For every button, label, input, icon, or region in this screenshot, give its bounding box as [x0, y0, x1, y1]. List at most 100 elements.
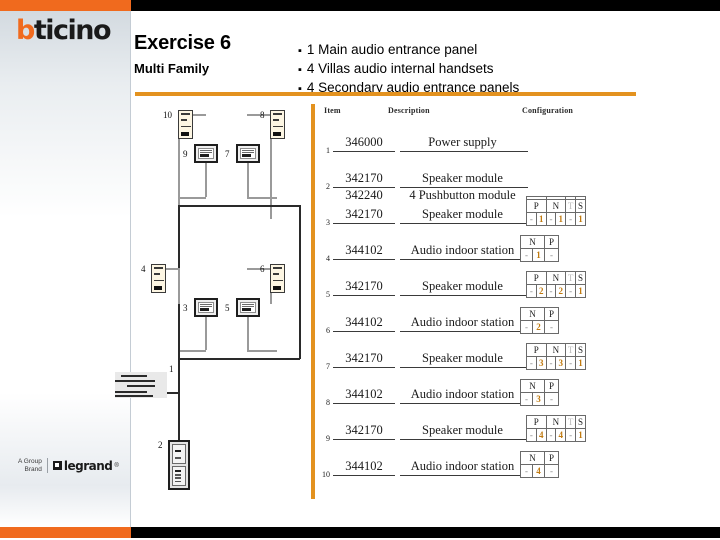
- footer-separator: [46, 458, 48, 473]
- system-wiring-diagram: 10 8 4 6 9 7 3 5 1 2: [115, 100, 316, 500]
- footer-group-line2: Brand: [24, 465, 42, 473]
- main-audio-entrance-panel-2[interactable]: [168, 440, 190, 490]
- legrand-logo: legrand ®: [52, 459, 119, 473]
- configuration-value: 1: [575, 284, 586, 298]
- configuration-value: -: [565, 428, 577, 442]
- configuration-value: 2: [555, 284, 567, 298]
- cell-description: Audio indoor station: [410, 459, 515, 473]
- cell-item-code: 342170: [345, 351, 383, 365]
- wire-segment: [178, 197, 206, 199]
- list-item: ▪ 1 Main audio entrance panel: [298, 41, 638, 60]
- configuration-value-row: -3-: [520, 392, 559, 406]
- configuration-header-t: T: [565, 271, 577, 285]
- cell-item-code: 344102: [345, 459, 383, 473]
- audio-indoor-station-7[interactable]: [236, 144, 260, 163]
- bullet-square-icon: ▪: [298, 45, 302, 57]
- secondary-entrance-panel-10[interactable]: [178, 110, 193, 139]
- table-header-row: Item Description Configuration: [318, 104, 586, 120]
- configuration-value: -: [565, 284, 577, 298]
- bus-trunk: [299, 305, 301, 359]
- top-bar-black-segment: [131, 0, 720, 11]
- device-label-3: 3: [183, 303, 188, 313]
- device-label-8: 8: [260, 110, 265, 120]
- wire-segment: [205, 158, 207, 197]
- configuration-value: -: [544, 392, 559, 406]
- cell-underline: [400, 403, 528, 404]
- configuration-value: 1: [555, 212, 567, 226]
- cell-underline: [333, 403, 395, 404]
- configuration-header-n: N: [520, 451, 545, 465]
- configuration-header-row: NP: [520, 379, 559, 393]
- row-number: 2: [326, 182, 330, 191]
- footer-group-line1: A Group: [18, 458, 42, 465]
- row-number: 3: [326, 218, 330, 227]
- configuration-value: 1: [575, 212, 586, 226]
- configuration-value-row: -1-1-1: [526, 212, 586, 226]
- table-accent-bar: [311, 104, 315, 499]
- legrand-mark-icon: [52, 461, 62, 470]
- configuration-header-t: T: [565, 343, 577, 357]
- wire-segment: [178, 350, 206, 352]
- configuration-header-s: S: [575, 343, 586, 357]
- power-supply-unit[interactable]: [115, 372, 167, 398]
- cell-item-code: 342170: [345, 171, 383, 185]
- configuration-header-n: N: [545, 343, 567, 357]
- configuration-value: 4: [532, 464, 545, 478]
- bottom-decoration-bar: [0, 527, 720, 538]
- cell-underline: [333, 367, 395, 368]
- cell-underline: [400, 475, 528, 476]
- cell-description: Speaker module: [422, 171, 503, 185]
- configuration-value: -: [544, 464, 559, 478]
- configuration-value: 2: [532, 320, 545, 334]
- configuration-value-row: -1-: [520, 248, 559, 262]
- bullet-square-icon: ▪: [298, 64, 302, 76]
- configuration-box: NP-2-: [520, 307, 559, 334]
- configuration-value-row: -2-2-1: [526, 284, 586, 298]
- secondary-entrance-panel-6[interactable]: [270, 264, 285, 293]
- configuration-value: 4: [535, 428, 547, 442]
- title-block: Exercise 6 Multi Family: [134, 32, 284, 76]
- speaker-module-icon: [172, 444, 186, 464]
- top-bar-orange-segment: [0, 0, 131, 11]
- configuration-value-row: -2-: [520, 320, 559, 334]
- configuration-value: -: [520, 320, 533, 334]
- cell-item-code: 344102: [345, 387, 383, 401]
- configuration-box: PNTS-3-3-1: [526, 343, 586, 370]
- logo-ticino-text: ticino: [33, 14, 112, 46]
- cell-underline: [400, 151, 528, 152]
- cell-description-secondary: 4 Pushbutton module: [409, 188, 516, 202]
- configuration-box: NP-3-: [520, 379, 559, 406]
- cell-description: Speaker module: [422, 351, 503, 365]
- configuration-box: PNTS-4-4-1: [526, 415, 586, 442]
- wire-segment: [247, 197, 277, 199]
- cell-underline: [333, 259, 395, 260]
- configuration-value: -: [526, 284, 537, 298]
- audio-indoor-station-5[interactable]: [236, 298, 260, 317]
- audio-indoor-station-9[interactable]: [194, 144, 218, 163]
- secondary-entrance-panel-8[interactable]: [270, 110, 285, 139]
- bticino-logo: b ticino: [16, 14, 120, 46]
- configuration-header-row: PNTS: [526, 343, 586, 357]
- wire-segment: [178, 268, 180, 304]
- configuration-header-s: S: [575, 199, 586, 213]
- device-label-9: 9: [183, 149, 188, 159]
- configuration-value: 1: [535, 212, 547, 226]
- audio-indoor-station-3[interactable]: [194, 298, 218, 317]
- table-row: 10 344102 Audio indoor station N P -4-: [318, 451, 586, 492]
- bus-trunk: [178, 305, 180, 359]
- configuration-value: -: [565, 212, 577, 226]
- configuration-box: NP-4-: [520, 451, 559, 478]
- legrand-trademark-icon: ®: [114, 462, 119, 469]
- configuration-header-p: P: [544, 307, 559, 321]
- secondary-entrance-panel-4[interactable]: [151, 264, 166, 293]
- configuration-value: 3: [535, 356, 547, 370]
- cell-item-code: 344102: [345, 315, 383, 329]
- configuration-header-n: N: [520, 307, 545, 321]
- configuration-value: 2: [535, 284, 547, 298]
- configuration-header-p: P: [526, 271, 547, 285]
- title-underline-rule: [135, 92, 636, 96]
- page-title: Exercise 6: [134, 32, 231, 54]
- bottom-bar-black-segment: [131, 527, 720, 538]
- configuration-value-row: -3-3-1: [526, 356, 586, 370]
- configuration-value: -: [544, 248, 559, 262]
